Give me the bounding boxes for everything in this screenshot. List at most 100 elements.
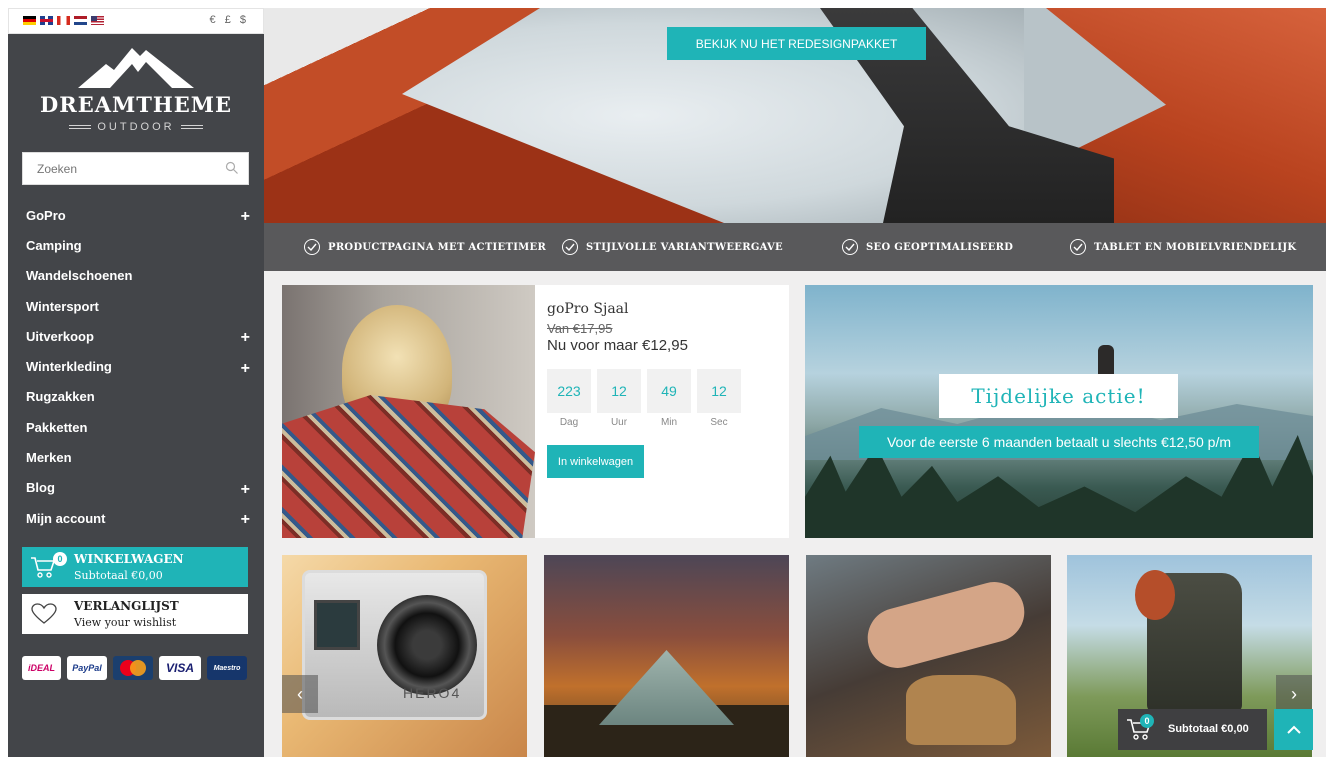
page: € £ $ DREAMTHEME OUTDOOR GoPro + Camping … (0, 0, 1328, 757)
flag-de-icon[interactable] (23, 16, 36, 25)
search-icon[interactable] (225, 161, 239, 175)
timer-seconds: 12 Sec (697, 369, 741, 428)
wishlist-title: VERLANGLIJST (74, 599, 179, 613)
nav-item-label: Winterkleding (26, 359, 112, 375)
floating-cart-button[interactable]: 0 Subtotaal €0,00 (1118, 709, 1267, 750)
language-flags (23, 16, 104, 25)
logo[interactable]: DREAMTHEME OUTDOOR (8, 42, 264, 152)
cart-count-badge: 0 (1140, 714, 1154, 728)
timer-label: Uur (610, 417, 628, 428)
nav-item-wintersport[interactable]: Wintersport (26, 291, 252, 321)
redesign-package-button[interactable]: BEKIJK NU HET REDESIGNPAKKET (667, 27, 926, 60)
feature-label: PRODUCTPAGINA MET ACTIETIMER (328, 241, 547, 253)
timer-label: Sec (710, 417, 728, 428)
product-image[interactable] (282, 285, 535, 538)
feature-item: PRODUCTPAGINA MET ACTIETIMER (304, 239, 546, 255)
hero-banner: BEKIJK NU HET REDESIGNPAKKET (264, 8, 1326, 223)
feature-label: SEO GEOPTIMALISEERD (866, 241, 1014, 253)
timer-value: 223 (547, 369, 591, 413)
search-input[interactable] (23, 153, 213, 184)
nav-item-label: Wandelschoenen (26, 268, 133, 284)
nav-item-merken[interactable]: Merken (26, 442, 252, 472)
category-tile-gopro[interactable]: HERO4 (282, 555, 527, 757)
nav-item-blog[interactable]: Blog + (26, 473, 252, 503)
plus-icon[interactable]: + (241, 326, 250, 346)
product-name[interactable]: goPro Sjaal (547, 301, 688, 317)
nav-item-label: GoPro (26, 207, 66, 223)
cart-title: WINKELWAGEN (74, 552, 184, 566)
main-nav: GoPro + Camping Wandelschoenen Winterspor… (26, 200, 252, 533)
nav-item-label: Pakketten (26, 419, 88, 435)
timer-label: Dag (559, 417, 579, 428)
product-card: goPro Sjaal Van €17,95 Nu voor maar €12,… (282, 285, 789, 538)
payment-methods: iDEAL PayPal VISA Maestro (22, 656, 247, 680)
nav-item-label: Rugzakken (26, 389, 95, 405)
paypal-icon: PayPal (67, 656, 107, 680)
features-bar: PRODUCTPAGINA MET ACTIETIMER STIJLVOLLE … (264, 223, 1326, 271)
sidebar-cart-button[interactable]: 0 WINKELWAGEN Subtotaal €0,00 (22, 547, 248, 587)
category-tile-shoes[interactable] (806, 555, 1051, 757)
visa-icon: VISA (159, 656, 201, 680)
feature-item: STIJLVOLLE VARIANTWEERGAVE (562, 239, 783, 255)
carousel-prev-button[interactable]: ‹ (282, 675, 318, 713)
nav-item-gopro[interactable]: GoPro + (26, 200, 252, 230)
product-info: goPro Sjaal Van €17,95 Nu voor maar €12,… (547, 301, 688, 354)
floating-cart-subtotal: Subtotaal €0,00 (1168, 723, 1249, 735)
timer-value: 49 (647, 369, 691, 413)
nav-item-pakketten[interactable]: Pakketten (26, 412, 252, 442)
feature-item: TABLET EN MOBIELVRIENDELIJK (1070, 239, 1296, 255)
product-new-price: Nu voor maar €12,95 (547, 337, 688, 354)
ideal-icon: iDEAL (22, 656, 61, 680)
check-circle-icon (842, 239, 858, 255)
nav-item-rugzakken[interactable]: Rugzakken (26, 382, 252, 412)
promo-subtitle: Voor de eerste 6 maanden betaalt u slech… (859, 426, 1259, 458)
nav-item-wandelschoenen[interactable]: Wandelschoenen (26, 261, 252, 291)
check-circle-icon (562, 239, 578, 255)
nav-item-mijn-account[interactable]: Mijn account + (26, 503, 252, 533)
nav-item-camping[interactable]: Camping (26, 230, 252, 260)
heart-icon (31, 603, 57, 624)
plus-icon[interactable]: + (241, 478, 250, 498)
flag-gb-icon[interactable] (40, 16, 53, 25)
logo-name: DREAMTHEME (40, 92, 232, 117)
camera-brand: HERO4 (403, 685, 462, 701)
flag-nl-icon[interactable] (74, 16, 87, 25)
nav-item-label: Camping (26, 237, 82, 253)
nav-item-label: Mijn account (26, 510, 106, 526)
plus-icon[interactable]: + (241, 205, 250, 225)
timer-minutes: 49 Min (647, 369, 691, 428)
topbar: € £ $ (8, 8, 264, 34)
timer-label: Min (660, 417, 678, 428)
promo-banner[interactable]: Tijdelijke actie! Voor de eerste 6 maand… (805, 285, 1313, 538)
plus-icon[interactable]: + (241, 357, 250, 377)
nav-item-label: Blog (26, 480, 55, 496)
category-tile-camping[interactable] (544, 555, 789, 757)
maestro-icon: Maestro (207, 656, 247, 680)
flag-us-icon[interactable] (91, 16, 104, 25)
mastercard-icon (113, 656, 153, 680)
cart-subtotal: Subtotaal €0,00 (74, 569, 163, 582)
nav-item-uitverkoop[interactable]: Uitverkoop + (26, 321, 252, 351)
check-circle-icon (1070, 239, 1086, 255)
check-circle-icon (304, 239, 320, 255)
wishlist-button[interactable]: VERLANGLIJST View your wishlist (22, 594, 248, 634)
timer-value: 12 (697, 369, 741, 413)
timer-days: 223 Dag (547, 369, 591, 428)
plus-icon[interactable]: + (241, 508, 250, 528)
add-to-cart-button[interactable]: In winkelwagen (547, 445, 644, 478)
nav-item-label: Uitverkoop (26, 328, 94, 344)
logo-sub-text: OUTDOOR (97, 121, 175, 133)
nav-item-winterkleding[interactable]: Winterkleding + (26, 351, 252, 381)
timer-hours: 12 Uur (597, 369, 641, 428)
feature-label: STIJLVOLLE VARIANTWEERGAVE (586, 241, 783, 253)
sidebar: € £ $ DREAMTHEME OUTDOOR GoPro + Camping … (8, 8, 264, 757)
countdown-timer: 223 Dag 12 Uur 49 Min 12 Sec (547, 369, 741, 428)
promo-title: Tijdelijke actie! (939, 374, 1178, 418)
nav-item-label: Wintersport (26, 298, 99, 314)
scroll-to-top-button[interactable] (1274, 709, 1313, 750)
currency-switcher[interactable]: € £ $ (210, 14, 249, 26)
product-old-price: Van €17,95 (547, 321, 613, 336)
flag-ca-icon[interactable] (57, 16, 70, 25)
carousel-next-button[interactable]: › (1276, 675, 1312, 713)
feature-item: SEO GEOPTIMALISEERD (842, 239, 1013, 255)
